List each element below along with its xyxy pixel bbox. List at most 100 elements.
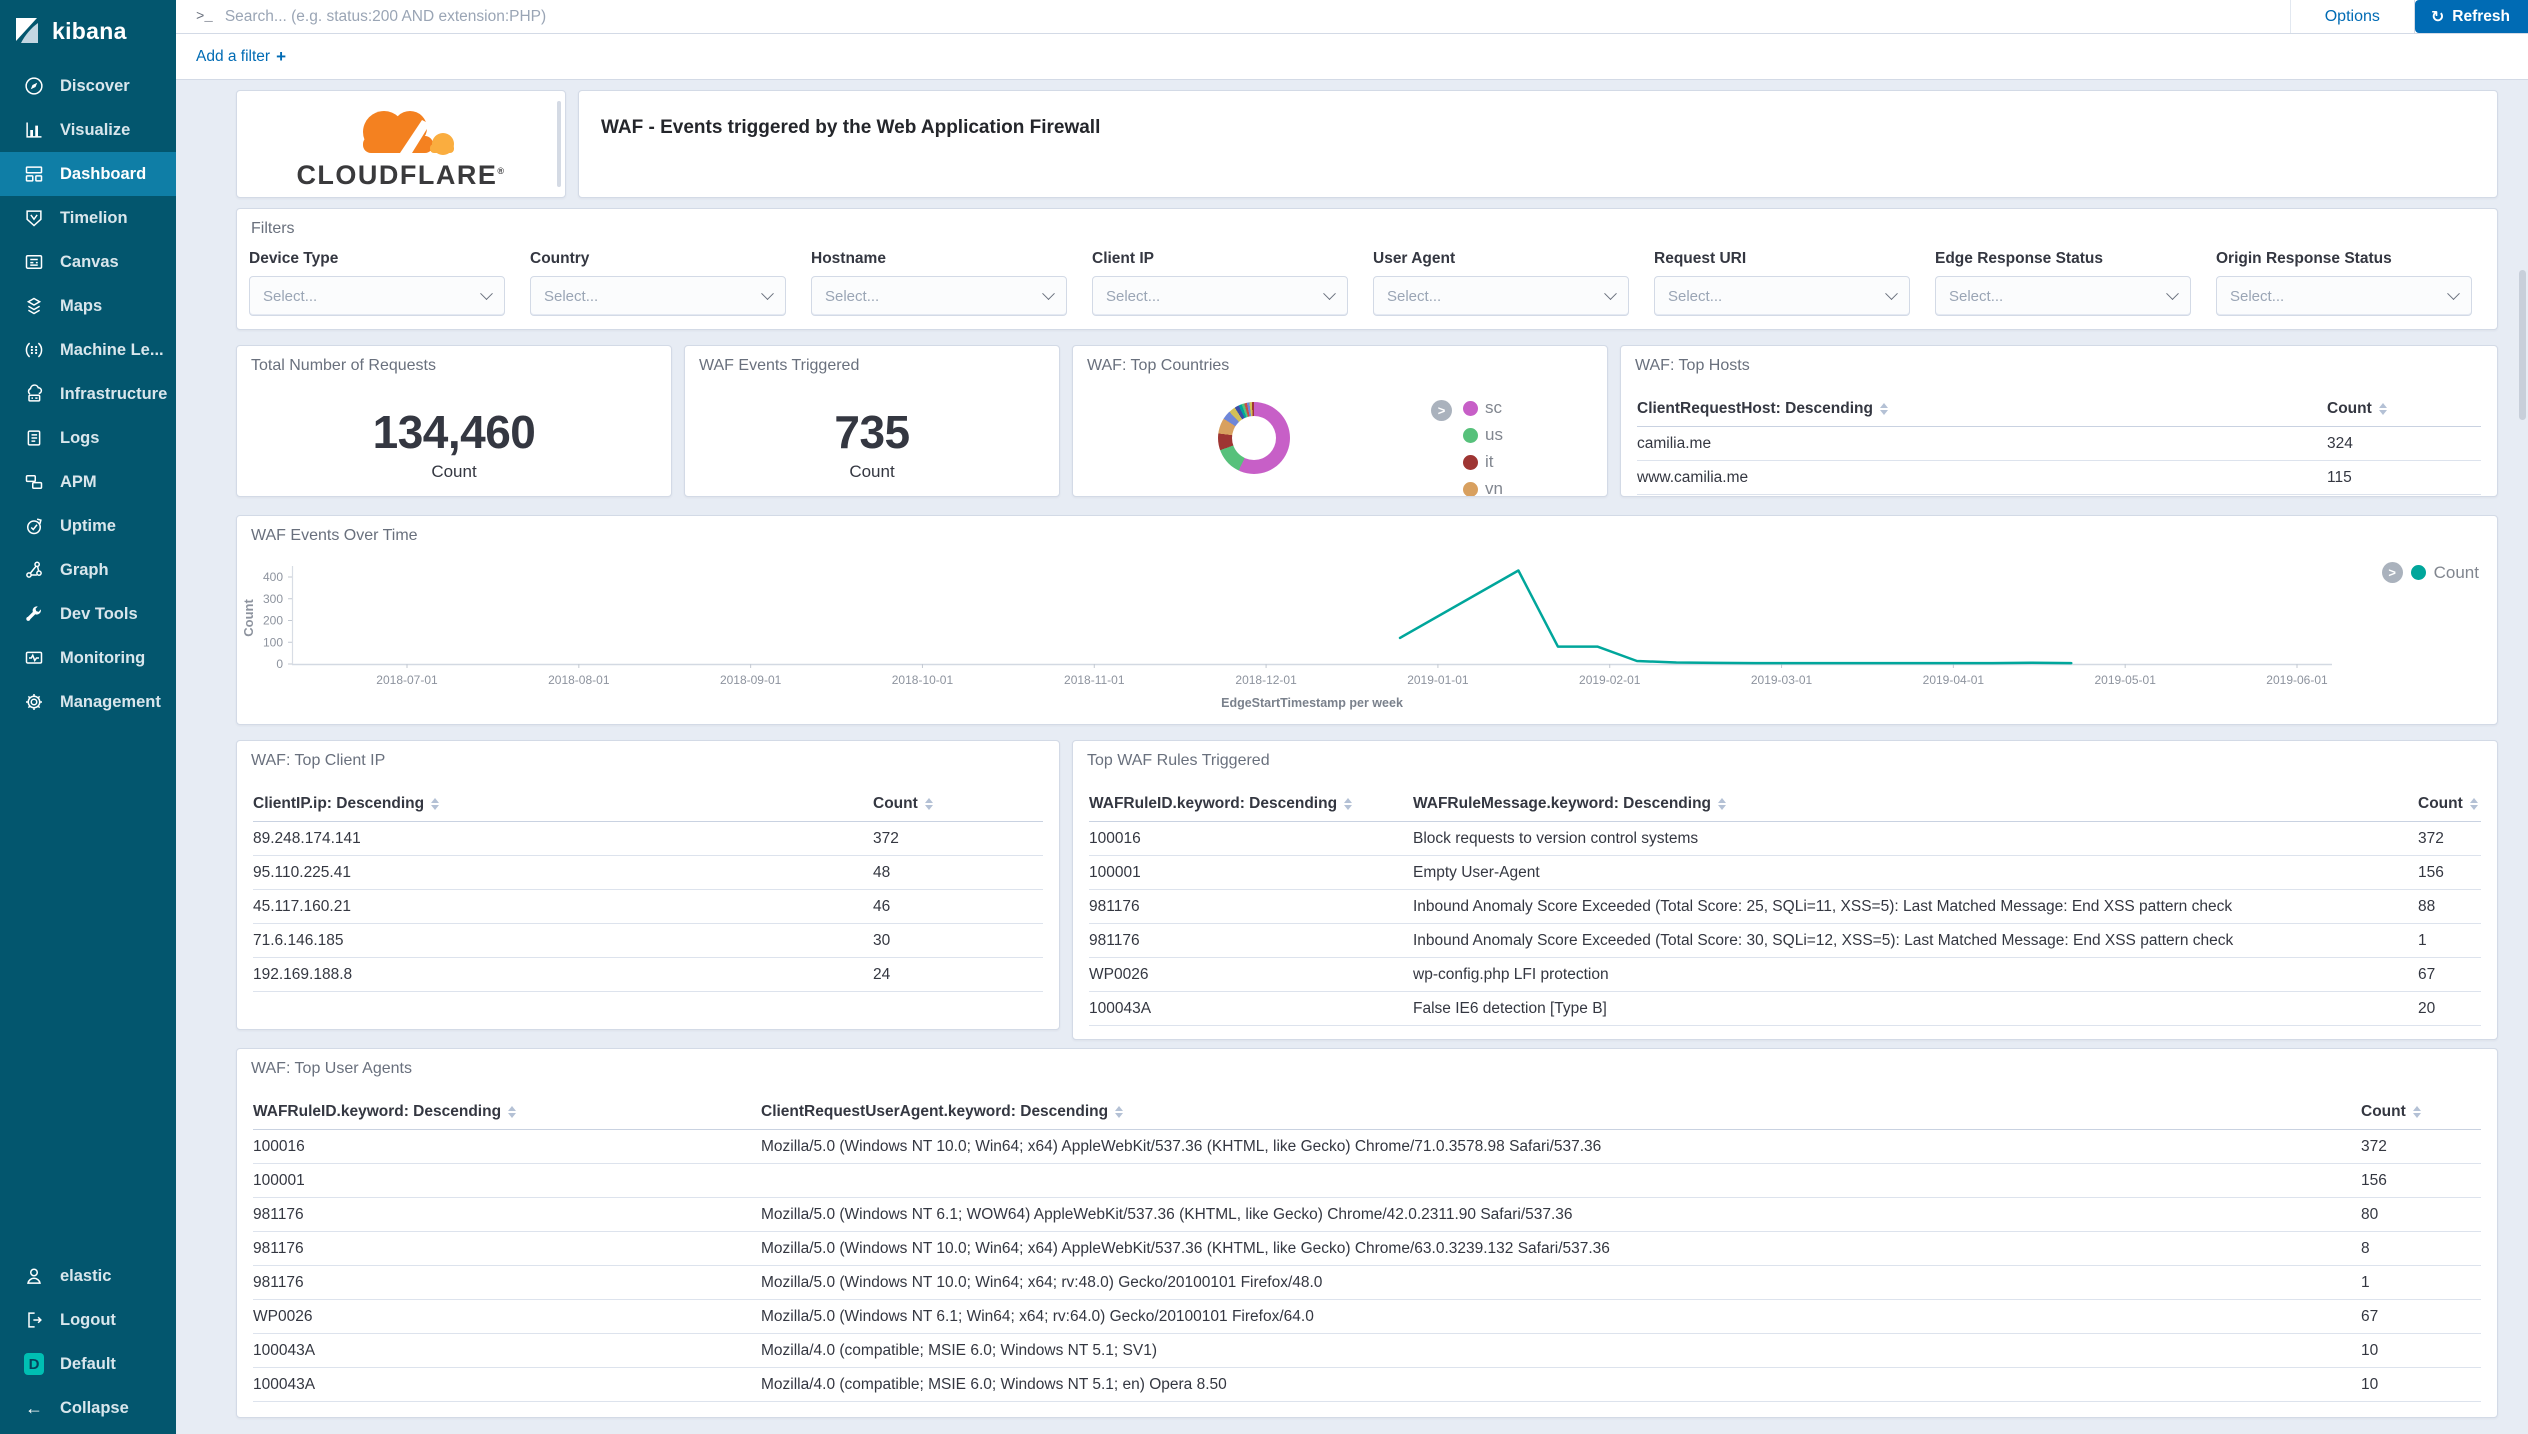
filter-select-request-uri[interactable]: Select... xyxy=(1654,276,1910,316)
refresh-button[interactable]: ↻ Refresh xyxy=(2415,0,2528,33)
apm-icon xyxy=(24,472,44,492)
sidebar-item-dev-tools[interactable]: Dev Tools xyxy=(0,592,176,636)
svg-text:2018-10-01: 2018-10-01 xyxy=(892,673,954,687)
filter-select-user-agent[interactable]: Select... xyxy=(1373,276,1629,316)
column-header[interactable]: Count xyxy=(2418,789,2481,822)
table-cell: 156 xyxy=(2361,1164,2481,1198)
table-cell: camilia.me xyxy=(1637,427,2327,461)
column-header[interactable]: WAFRuleID.keyword: Descending xyxy=(1089,789,1413,822)
sidebar-item-logout[interactable]: Logout xyxy=(0,1298,176,1342)
table-cell: www.camilia.me xyxy=(1637,461,2327,495)
table-cell: 10 xyxy=(2361,1334,2481,1368)
sort-icon xyxy=(2413,1106,2421,1118)
sidebar-item-visualize[interactable]: Visualize xyxy=(0,108,176,152)
column-header[interactable]: Count xyxy=(2361,1097,2481,1130)
table-cell: 30 xyxy=(873,924,1043,958)
table-cell: 100043A xyxy=(1089,992,1413,1026)
column-header[interactable]: WAFRuleID.keyword: Descending xyxy=(253,1097,761,1130)
svg-text:0: 0 xyxy=(276,657,283,671)
top-client-ip-panel: WAF: Top Client IP ClientIP.ip: Descendi… xyxy=(236,740,1060,1030)
sort-icon xyxy=(1718,798,1726,810)
table-cell: 100016 xyxy=(1089,822,1413,856)
monitoring-icon xyxy=(24,648,44,668)
column-header[interactable]: Count xyxy=(873,789,1043,822)
panel-title: Total Number of Requests xyxy=(237,346,671,375)
column-header[interactable]: ClientRequestUserAgent.keyword: Descendi… xyxy=(761,1097,2361,1130)
sidebar-item-monitoring[interactable]: Monitoring xyxy=(0,636,176,680)
table-cell: 88 xyxy=(2418,890,2481,924)
query-console-icon: >_ xyxy=(196,9,213,25)
table-cell: 67 xyxy=(2418,958,2481,992)
dashboard-title: WAF - Events triggered by the Web Applic… xyxy=(579,91,2497,139)
kibana-logo-text: kibana xyxy=(52,18,127,45)
table-cell: Mozilla/5.0 (Windows NT 6.1; WOW64) Appl… xyxy=(761,1198,2361,1232)
legend-item-us[interactable]: us xyxy=(1463,425,1503,445)
sidebar-item-infrastructure[interactable]: Infrastructure xyxy=(0,372,176,416)
legend-dot xyxy=(1463,482,1478,497)
column-header[interactable]: WAFRuleMessage.keyword: Descending xyxy=(1413,789,2418,822)
table-cell: 100016 xyxy=(253,1130,761,1164)
svg-text:2019-04-01: 2019-04-01 xyxy=(1923,673,1985,687)
chevron-down-icon xyxy=(1885,287,1898,300)
events-over-time-chart: 0100200300400Count2018-07-012018-08-0120… xyxy=(237,554,2498,724)
column-header[interactable]: Count xyxy=(2327,394,2481,427)
table-cell: Mozilla/4.0 (compatible; MSIE 6.0; Windo… xyxy=(761,1368,2361,1402)
chevron-down-icon xyxy=(480,287,493,300)
svg-text:2018-11-01: 2018-11-01 xyxy=(1064,673,1125,687)
sidebar-item-graph[interactable]: Graph xyxy=(0,548,176,592)
sidebar-item-discover[interactable]: Discover xyxy=(0,64,176,108)
sidebar-item-uptime[interactable]: Uptime xyxy=(0,504,176,548)
sidebar-item-collapse[interactable]: ← Collapse xyxy=(0,1386,176,1430)
table-cell: False IE6 detection [Type B] xyxy=(1413,992,2418,1026)
legend-collapse-icon[interactable]: > xyxy=(1431,400,1452,421)
top-user-agents-panel: WAF: Top User Agents WAFRuleID.keyword: … xyxy=(236,1048,2498,1418)
sidebar-item-space-default[interactable]: D Default xyxy=(0,1342,176,1386)
sort-icon xyxy=(925,798,933,810)
legend-dot xyxy=(1463,455,1478,470)
dashboard-title-panel: WAF - Events triggered by the Web Applic… xyxy=(578,90,2498,198)
sidebar-item-apm[interactable]: APM xyxy=(0,460,176,504)
filter-bar: Add a filter+ xyxy=(176,35,2528,80)
chevron-down-icon xyxy=(761,287,774,300)
panel-scrollbar[interactable] xyxy=(557,101,561,187)
options-button[interactable]: Options xyxy=(2291,0,2415,33)
cloudflare-cloud-icon xyxy=(326,102,476,164)
sidebar-item-maps[interactable]: Maps xyxy=(0,284,176,328)
sidebar-item-logs[interactable]: Logs xyxy=(0,416,176,460)
search-input[interactable] xyxy=(225,8,2290,26)
filter-select-edge-response-status[interactable]: Select... xyxy=(1935,276,2191,316)
metric-panel-waf-events: WAF Events Triggered 735 Count xyxy=(684,345,1060,497)
filter-field-device-type: Device Type Select... xyxy=(249,250,505,316)
sidebar-item-machine-learning[interactable]: Machine Le... xyxy=(0,328,176,372)
sidebar-item-dashboard[interactable]: Dashboard xyxy=(0,152,176,196)
legend-item-sc[interactable]: sc xyxy=(1463,398,1503,418)
sort-icon xyxy=(1115,1106,1123,1118)
filter-select-device-type[interactable]: Select... xyxy=(249,276,505,316)
filter-select-origin-response-status[interactable]: Select... xyxy=(2216,276,2472,316)
table-cell: 45.117.160.21 xyxy=(253,890,873,924)
sidebar-item-management[interactable]: Management xyxy=(0,680,176,724)
sidebar-item-timelion[interactable]: Timelion xyxy=(0,196,176,240)
sort-icon xyxy=(2379,403,2387,415)
window-scrollbar-thumb[interactable] xyxy=(2519,270,2526,420)
add-filter-button[interactable]: Add a filter+ xyxy=(196,47,286,67)
filter-select-hostname[interactable]: Select... xyxy=(811,276,1067,316)
panel-title: WAF Events Over Time xyxy=(237,516,2497,545)
sort-icon xyxy=(508,1106,516,1118)
table-cell: 981176 xyxy=(253,1266,761,1300)
table-cell: 192.169.188.8 xyxy=(253,958,873,992)
sidebar-item-canvas[interactable]: Canvas xyxy=(0,240,176,284)
column-header[interactable]: ClientIP.ip: Descending xyxy=(253,789,873,822)
filter-select-client-ip[interactable]: Select... xyxy=(1092,276,1348,316)
panel-title: WAF: Top Countries xyxy=(1073,346,1607,375)
filter-select-country[interactable]: Select... xyxy=(530,276,786,316)
svg-text:300: 300 xyxy=(263,592,283,606)
user-icon xyxy=(24,1266,44,1286)
top-hosts-table: ClientRequestHost: Descending Count cami… xyxy=(1637,394,2481,495)
legend-item-vn[interactable]: vn xyxy=(1463,479,1503,497)
table-cell: Block requests to version control system… xyxy=(1413,822,2418,856)
sidebar-item-user-elastic[interactable]: elastic xyxy=(0,1254,176,1298)
legend-item-it[interactable]: it xyxy=(1463,452,1503,472)
table-cell: 20 xyxy=(2418,992,2481,1026)
column-header[interactable]: ClientRequestHost: Descending xyxy=(1637,394,2327,427)
